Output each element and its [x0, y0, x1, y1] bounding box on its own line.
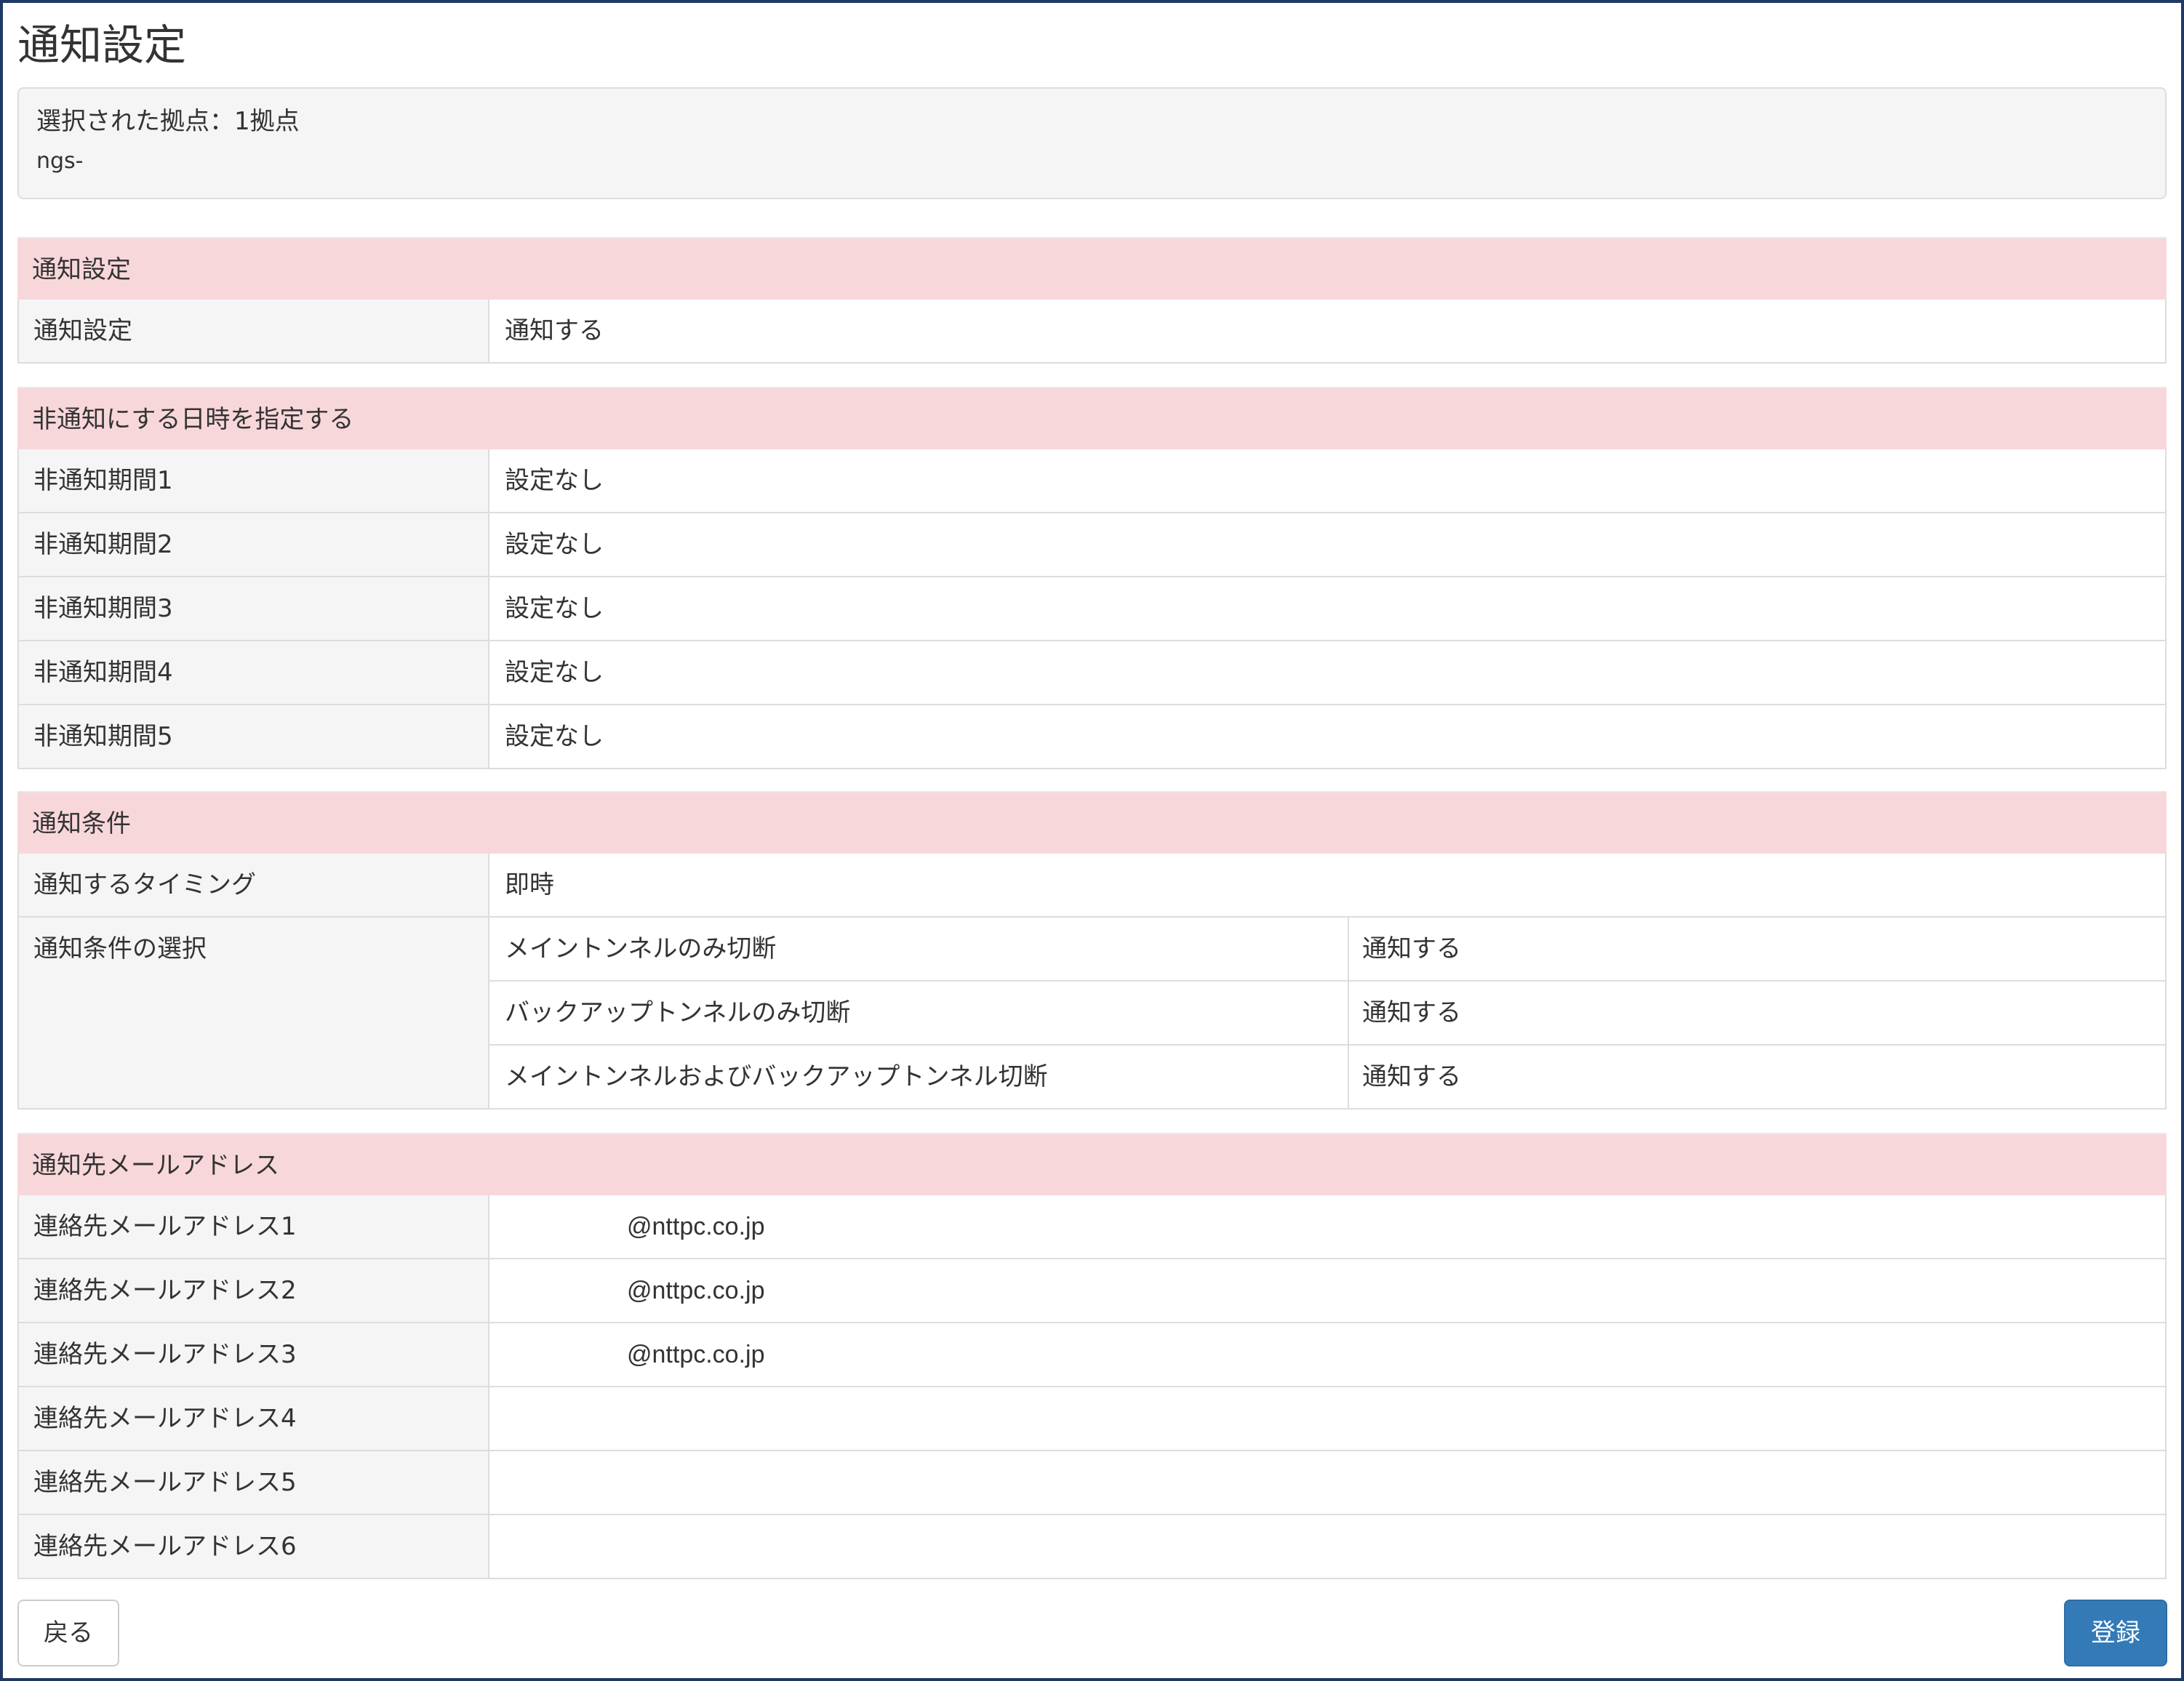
row-label: 連絡先メールアドレス3 — [19, 1323, 489, 1386]
condition-name: メイントンネルのみ切断 — [505, 934, 777, 963]
selected-site-name: ngs- — [36, 148, 84, 174]
condition-value: 通知する — [1362, 998, 1461, 1027]
selected-sites-summary: 選択された拠点：1拠点 — [36, 107, 300, 136]
row-label: 非通知期間1 — [19, 449, 489, 512]
row-label: 通知設定 — [19, 300, 489, 362]
row-label: 非通知期間5 — [19, 705, 489, 768]
section-header-mute: 非通知にする日時を指定する — [17, 387, 2167, 449]
row-label: 非通知期間3 — [19, 577, 489, 640]
row-value: 設定なし — [505, 530, 604, 559]
row-label: 非通知期間4 — [19, 641, 489, 704]
row-value: 即時 — [505, 870, 554, 899]
condition-value: 通知する — [1362, 934, 1461, 963]
row-value: 設定なし — [505, 466, 604, 495]
table-row: 連絡先メールアドレス3 @nttpc.co.jp — [17, 1323, 2167, 1387]
table-row: 非通知期間2 設定なし — [17, 513, 2167, 577]
column-divider — [1348, 1046, 1349, 1110]
email-value: @nttpc.co.jp — [627, 1213, 765, 1240]
condition-value: 通知する — [1362, 1062, 1461, 1091]
table-row: 非通知期間3 設定なし — [17, 577, 2167, 641]
section-header-notify: 通知設定 — [17, 237, 2167, 300]
row-value: 設定なし — [505, 594, 604, 623]
condition-name: メイントンネルおよびバックアップトンネル切断 — [505, 1062, 1048, 1091]
condition-row: メイントンネルおよびバックアップトンネル切断 通知する — [489, 1046, 2167, 1110]
row-label: 連絡先メールアドレス1 — [19, 1195, 489, 1258]
section-header-conditions: 通知条件 — [17, 791, 2167, 854]
table-row: 非通知期間5 設定なし — [17, 705, 2167, 769]
selected-sites-panel: 選択された拠点：1拠点 ngs- — [17, 87, 2167, 199]
column-divider — [1348, 982, 1349, 1044]
condition-selection-block: 通知条件の選択 メイントンネルのみ切断 通知する バックアップトンネルのみ切断 … — [17, 918, 2167, 1110]
row-label: 連絡先メールアドレス6 — [19, 1515, 489, 1578]
row-value: 通知する — [505, 316, 604, 345]
table-row: 連絡先メールアドレス4 — [17, 1387, 2167, 1451]
email-value: @nttpc.co.jp — [627, 1277, 765, 1304]
section-header-email: 通知先メールアドレス — [17, 1133, 2167, 1195]
row-label: 連絡先メールアドレス4 — [19, 1387, 489, 1450]
row-label: 通知条件の選択 — [19, 918, 489, 1108]
register-button[interactable]: 登録 — [2064, 1600, 2167, 1666]
table-row: 連絡先メールアドレス6 — [17, 1515, 2167, 1579]
column-divider — [1348, 918, 1349, 980]
back-button[interactable]: 戻る — [17, 1600, 119, 1666]
row-label: 通知するタイミング — [19, 854, 489, 916]
condition-row: バックアップトンネルのみ切断 通知する — [489, 982, 2167, 1046]
email-value: @nttpc.co.jp — [627, 1341, 765, 1368]
row-value: 設定なし — [505, 658, 604, 687]
row-label: 非通知期間2 — [19, 513, 489, 576]
table-row: 連絡先メールアドレス5 — [17, 1451, 2167, 1515]
table-row: 連絡先メールアドレス2 @nttpc.co.jp — [17, 1259, 2167, 1323]
window-frame: 通知設定 選択された拠点：1拠点 ngs- 通知設定 通知設定 通知する 非通知… — [0, 0, 2184, 1681]
table-row: 通知するタイミング 即時 — [17, 854, 2167, 918]
table-row: 連絡先メールアドレス1 @nttpc.co.jp — [17, 1195, 2167, 1259]
row-label: 連絡先メールアドレス5 — [19, 1451, 489, 1514]
table-row: 非通知期間1 設定なし — [17, 449, 2167, 513]
condition-row: メイントンネルのみ切断 通知する — [489, 918, 2167, 982]
row-value: 設定なし — [505, 722, 604, 751]
condition-name: バックアップトンネルのみ切断 — [505, 998, 851, 1027]
page-title: 通知設定 — [17, 20, 187, 70]
row-label: 連絡先メールアドレス2 — [19, 1259, 489, 1322]
table-row: 通知設定 通知する — [17, 300, 2167, 364]
table-row: 非通知期間4 設定なし — [17, 641, 2167, 705]
